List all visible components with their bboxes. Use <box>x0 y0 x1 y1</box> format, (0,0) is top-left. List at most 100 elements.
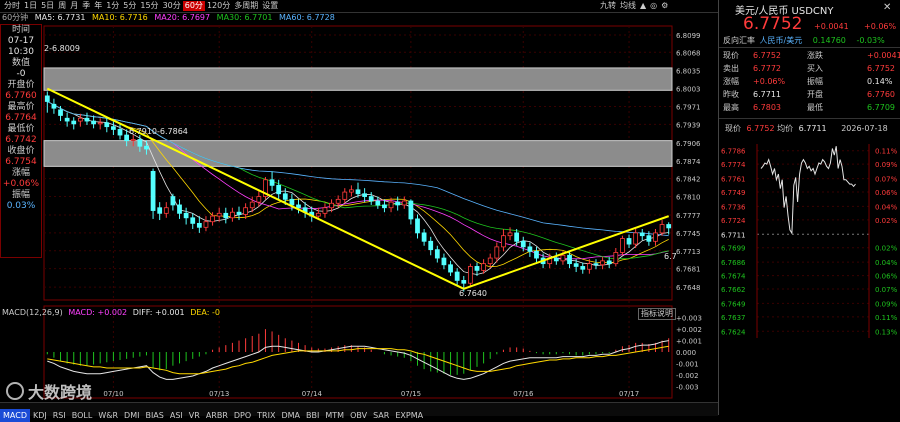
indicator-tab[interactable]: MACD <box>0 409 30 422</box>
candle-body <box>64 117 70 122</box>
period-tab[interactable]: 分时 <box>2 1 22 11</box>
candle-body <box>659 224 665 234</box>
indicator-tab[interactable]: OBV <box>347 409 370 422</box>
toolbar-right-item[interactable]: 均线 <box>618 1 638 11</box>
ma30-value: MA30: 6.7701 <box>216 13 273 22</box>
mini-avg-value: 6.7711 <box>798 124 827 133</box>
dea-value: DEA: -0 <box>190 308 220 317</box>
candle-body <box>58 109 63 116</box>
y-tick-label: 6.8035 <box>676 68 701 76</box>
candle-body <box>269 179 275 186</box>
indicator-tab[interactable]: SAR <box>370 409 392 422</box>
crosshair-info-panel: 时间 07-17 10:30 数值 -0 开盘价 6.7760 最高价 6.7764 最低价 6.7… <box>0 24 42 258</box>
mini-y-tick-label: 6.7649 <box>721 300 746 308</box>
quote-label: 开盘 <box>807 90 823 99</box>
period-tab[interactable]: 1日 <box>22 1 39 11</box>
quote-value: 6.7803 <box>753 103 781 112</box>
indicator-tab[interactable]: BIAS <box>142 409 166 422</box>
candle-body <box>633 232 639 245</box>
reverse-rate-pair[interactable]: 人民币/美元 <box>760 36 803 45</box>
toolbar-right-item[interactable]: ◎ <box>648 1 659 11</box>
candle-body <box>157 207 163 214</box>
candle-body <box>388 201 394 209</box>
indicator-tab[interactable]: DMA <box>278 409 303 422</box>
toolbar-right-item[interactable]: ⚙ <box>659 1 670 11</box>
period-tab[interactable]: 5日 <box>39 1 56 11</box>
period-tab[interactable]: 月 <box>68 1 80 11</box>
mini-pct-tick-label: 0.02% <box>875 245 898 253</box>
indicator-tab[interactable]: RSI <box>50 409 69 422</box>
candle-body <box>117 129 123 136</box>
period-tab[interactable]: 5分 <box>121 1 138 11</box>
candle-body <box>243 207 249 215</box>
candle-body <box>315 212 321 217</box>
info-label: 收盘价 <box>7 146 35 156</box>
ma-info-bar: 60分钟 MA5: 6.7731 MA10: 6.7716 MA20: 6.76… <box>0 13 680 25</box>
indicator-tab[interactable]: KDJ <box>30 409 50 422</box>
candle-body <box>196 222 202 228</box>
trendline <box>46 87 465 290</box>
chart-canvas: 6.8099 6.8068 6.8035 6.8003 6.7971 6.7939 6.79… <box>43 25 702 399</box>
toolbar-right-item[interactable]: ▲ <box>638 1 648 11</box>
period-tab[interactable]: 120分 <box>205 1 232 11</box>
watermark-text: 大数跨境 <box>28 383 93 402</box>
indicator-tab[interactable]: ASI <box>167 409 186 422</box>
zone-top-label: 2-6.8009 <box>44 44 80 53</box>
period-tab[interactable]: 季 <box>80 1 92 11</box>
candle-body <box>249 201 255 209</box>
toolbar-right-item[interactable]: 九转 <box>598 1 618 11</box>
candle-body <box>223 212 229 219</box>
period-tab[interactable]: 周 <box>56 1 68 11</box>
mini-pct-tick-label: 0.04% <box>875 259 898 267</box>
candle-body <box>296 204 301 209</box>
info-label: 最高价 <box>7 102 35 112</box>
close-icon[interactable]: ✕ <box>883 2 891 13</box>
intraday-mini-chart: 6.7786 0.11% 6.7774 0.09% 6.7761 0.07% 6.7749 0… <box>721 144 898 338</box>
indicator-tab[interactable]: DPO <box>231 409 254 422</box>
mini-y-tick-label: 6.7736 <box>721 203 746 211</box>
period-tab[interactable]: 年 <box>92 1 104 11</box>
quote-label: 昨收 <box>723 90 739 99</box>
mini-y-tick-label: 6.7637 <box>721 314 746 322</box>
candle-body <box>401 200 407 206</box>
period-tab[interactable]: 多周期 <box>232 1 260 11</box>
mini-y-tick-label: 6.7674 <box>721 273 746 281</box>
macd-title: MACD(12,26,9) <box>2 308 63 317</box>
quote-value: 6.7752 <box>753 51 781 60</box>
indicator-tab[interactable]: BBI <box>303 409 322 422</box>
macd-y-tick-label: -0.001 <box>676 360 699 368</box>
indicator-tab[interactable]: DMI <box>121 409 142 422</box>
y-tick-label: 6.7939 <box>676 121 701 129</box>
candle-body <box>441 257 447 266</box>
y-tick-label: 6.7745 <box>676 230 701 238</box>
indicator-help-button[interactable]: 指标说明 <box>638 308 676 320</box>
period-tab[interactable]: 1分 <box>104 1 121 11</box>
indicator-tab[interactable]: TRIX <box>254 409 278 422</box>
indicator-tab[interactable]: MTM <box>322 409 347 422</box>
mini-pct-tick-label: 0.07% <box>875 286 898 294</box>
indicator-tab[interactable]: W&R <box>95 409 121 422</box>
period-tab[interactable]: 30分 <box>161 1 183 11</box>
period-tab[interactable]: 60分 <box>182 1 205 11</box>
indicator-tab[interactable]: ARBR <box>203 409 231 422</box>
candle-body <box>51 103 57 109</box>
period-tab[interactable]: 15分 <box>138 1 160 11</box>
indicator-tab[interactable]: BOLL <box>69 409 96 422</box>
period-tab[interactable]: 设置 <box>260 1 280 11</box>
mini-pct-tick-label: 0.02% <box>875 217 898 225</box>
candle-body <box>322 207 328 214</box>
indicator-tabs: MACD KDJ RSI BOLL W&R DMI BIAS ASI VR ARBR DPO TRIX… <box>0 402 718 422</box>
info-value: 6.7764 <box>5 113 37 123</box>
mini-pct-tick-label: 0.09% <box>875 300 898 308</box>
indicator-tab[interactable]: VR <box>186 409 203 422</box>
y-tick-label: 6.7810 <box>676 194 701 202</box>
candle-body <box>91 120 96 125</box>
candle-body <box>448 264 453 273</box>
indicator-tab[interactable]: EXPMA <box>392 409 426 422</box>
candle-body <box>97 122 103 125</box>
mini-y-tick-label: 6.7662 <box>721 286 746 294</box>
candle-body <box>382 204 387 209</box>
mini-chart-header: 现价 6.7752 均价 6.7711 2026-07-18 <box>725 124 888 134</box>
candle-body <box>130 139 136 142</box>
quote-label: 振幅 <box>807 77 823 86</box>
